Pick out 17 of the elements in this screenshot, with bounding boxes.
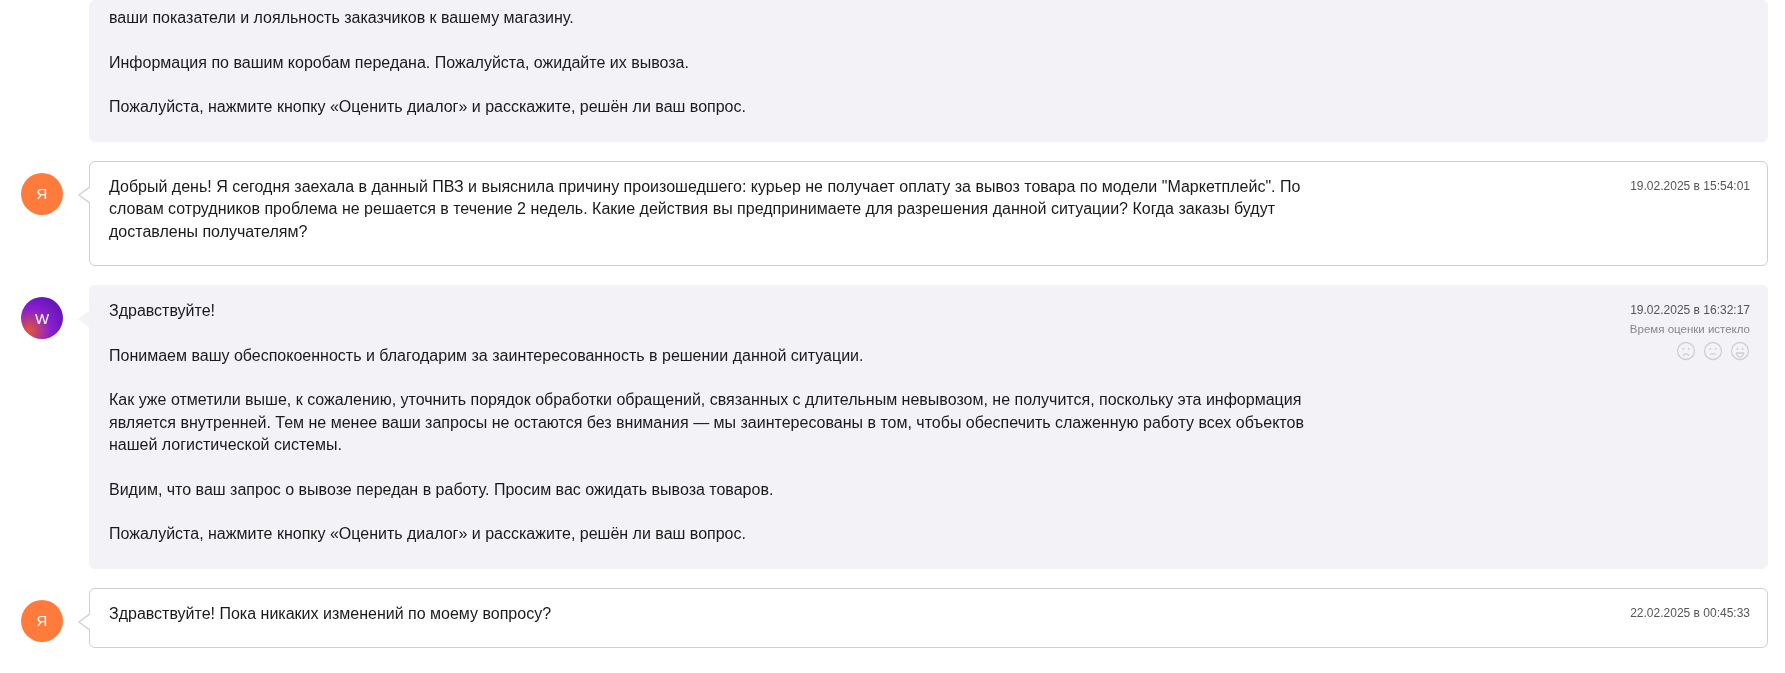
message-text: Здравствуйте! [109,301,217,321]
avatar: W [21,297,63,339]
avatar: Я [21,599,63,642]
avatar: Я [21,172,63,215]
message-text: Видим, что ваш запрос о вывозе передан в работу. Просим вас ожидать вывоза товаров. [109,479,775,500]
message-text: Понимаем вашу обеспокоенность и благодарим за заинтересованность в решении данной ситуации. [109,345,865,366]
message-timestamp: 19.02.2025 в 16:32:17 [1630,303,1750,317]
message-timestamp: 19.02.2025 в 15:54:01 [1630,178,1750,193]
message-text: Добрый день! Я сегодня заехала в данный ПВЗ и выяснила причину произошедшего: курьер не получает оплату за вывоз товара по модели "Маркетплейс". По словам сотрудников проблема не решается в течение 2 недель. Какие действия вы предпринимаете для разрешения данной ситуации? Когда заказы будут доставлены получателям? [109,176,1302,242]
message-text: Пожалуйста, нажмите кнопку «Оценить диалог» и расскажите, решён ли ваш вопрос. [109,97,747,117]
rating-note: Время оценки истекло [1629,323,1750,335]
message-text: ваши показатели и лояльность заказчиков к вашему магазину. [109,8,575,28]
message-timestamp: 22.02.2025 в 00:45:33 [1630,605,1750,620]
message-text: Пожалуйста, нажмите кнопку «Оценить диалог» и расскажите, решён ли ваш вопрос. [109,524,747,544]
message-text: Здравствуйте! Пока никаких изменений по моему вопросу? [109,603,553,624]
message-text: Информация по вашим коробам передана. Пожалуйста, ожидайте их вывоза. [109,52,690,73]
message-text: Как уже отметили выше, к сожалению, уточнить порядок обработки обращений, связанных с длительным невывозом, не получится, поскольку эта информация является внутренней. Тем не менее ваши запросы не остаются без внимания — мы заинтересованы в том, чтобы обеспечить слаженную работу всех объектов нашей логистической системы. [109,390,1305,455]
